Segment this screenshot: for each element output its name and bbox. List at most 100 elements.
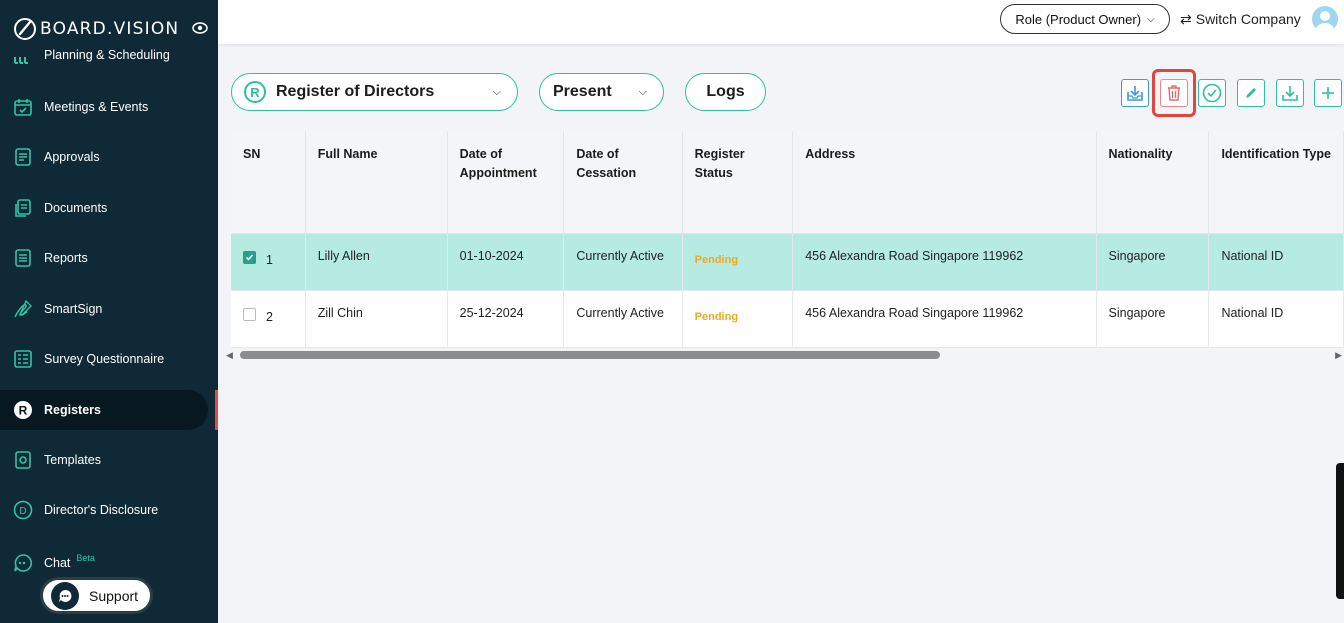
cell-register-status: Pending	[682, 290, 794, 348]
sidebar: BOARD.VISION Planning & Scheduling Meeti…	[0, 0, 218, 623]
pencil-icon	[1246, 88, 1256, 98]
sn-wrap: 2	[243, 306, 293, 324]
sidebar-item-directors-disclosure[interactable]: D Director's Disclosure	[0, 490, 208, 530]
active-indicator	[215, 390, 218, 430]
chevron-down-icon: ⌵	[492, 85, 501, 98]
sidebar-item-planning[interactable]: Planning & Scheduling	[0, 42, 208, 68]
brand-logo-icon	[14, 18, 36, 40]
sidebar-item-label: Reports	[44, 251, 88, 265]
signature-icon	[12, 298, 34, 320]
column-header-date-of-appointment[interactable]: Date of Appointment	[447, 131, 565, 234]
chevron-down-icon: ⌵	[1147, 13, 1155, 25]
beta-badge: Beta	[76, 553, 95, 563]
register-table: SN Full Name Date of Appointment Date of…	[231, 131, 1344, 348]
eye-toggle-icon[interactable]	[192, 22, 208, 34]
logs-button[interactable]: Logs	[685, 73, 766, 111]
floating-side-toolbar[interactable]	[1336, 463, 1344, 599]
table-row[interactable]: 1 Lilly Allen 01-10-2024 Currently Activ…	[231, 233, 1344, 291]
column-header-full-name[interactable]: Full Name	[305, 131, 448, 234]
cell-identification-type: National ID	[1208, 290, 1344, 348]
sidebar-item-approvals[interactable]: Approvals	[0, 137, 208, 177]
cell-date-of-appointment: 01-10-2024	[447, 233, 565, 291]
sidebar-item-templates[interactable]: Templates	[0, 440, 208, 480]
disclosure-icon: D	[12, 499, 34, 521]
sidebar-item-label: Survey Questionnaire	[44, 352, 165, 366]
sidebar-item-label: Meetings & Events	[44, 100, 149, 114]
checkmark-icon	[245, 254, 254, 261]
svg-text:D: D	[19, 506, 26, 517]
approval-doc-icon	[12, 146, 34, 168]
sidebar-item-label: Templates	[44, 453, 101, 467]
status-badge: Pending	[694, 310, 739, 323]
column-header-address[interactable]: Address	[792, 131, 1097, 234]
sidebar-item-documents[interactable]: Documents	[0, 188, 208, 228]
sidebar-item-meetings[interactable]: Meetings & Events	[0, 87, 208, 127]
brand[interactable]: BOARD.VISION	[12, 14, 179, 44]
registers-icon: R	[12, 399, 34, 421]
sidebar-item-survey[interactable]: Survey Questionnaire	[0, 339, 208, 379]
cell-full-name: Zill Chin	[305, 290, 448, 348]
cell-date-of-cessation: Currently Active	[563, 233, 683, 291]
support-label: Support	[89, 587, 139, 604]
top-bar: Role (Product Owner) ⌵ ⇄ Switch Company	[218, 0, 1344, 44]
switch-arrows-icon: ⇄	[1180, 10, 1192, 27]
sidebar-item-registers[interactable]: R Registers	[0, 390, 208, 430]
support-button[interactable]: Support	[40, 577, 153, 614]
sidebar-item-label: Chat	[44, 556, 71, 570]
chat-label-wrap: Chat Beta	[44, 553, 95, 570]
sidebar-item-smartsign[interactable]: SmartSign	[0, 289, 208, 329]
scroll-left-icon[interactable]: ◀	[226, 350, 233, 361]
download-button[interactable]	[1276, 79, 1304, 107]
period-dropdown[interactable]: Present ⌵	[539, 73, 664, 111]
cell-address: 456 Alexandra Road Singapore 119962	[792, 290, 1097, 348]
role-label: Role (Product Owner)	[1015, 11, 1142, 27]
column-header-nationality[interactable]: Nationality	[1096, 131, 1210, 234]
sn-value: 1	[266, 252, 273, 267]
download-icon	[1282, 86, 1298, 101]
chat-icon	[12, 552, 34, 574]
logs-label: Logs	[706, 83, 745, 100]
sidebar-item-label: SmartSign	[44, 302, 103, 316]
period-label: Present	[553, 83, 612, 100]
role-dropdown[interactable]: Role (Product Owner) ⌵	[1000, 4, 1170, 34]
cell-nationality: Singapore	[1096, 290, 1210, 348]
register-badge-icon: R	[244, 81, 266, 103]
cell-date-of-appointment: 25-12-2024	[447, 290, 565, 348]
delete-highlight-box	[1152, 69, 1196, 117]
column-header-sn[interactable]: SN	[231, 131, 306, 234]
check-circle-icon	[1202, 83, 1222, 103]
sidebar-item-reports[interactable]: Reports	[0, 238, 208, 278]
plus-icon	[1322, 87, 1334, 99]
import-icon	[1127, 86, 1143, 101]
cell-date-of-cessation: Currently Active	[563, 290, 683, 348]
register-type-dropdown[interactable]: R Register of Directors ⌵	[231, 73, 518, 111]
avatar[interactable]	[1312, 6, 1338, 32]
templates-icon	[12, 449, 34, 471]
row-checkbox[interactable]	[243, 308, 256, 321]
cell-nationality: Singapore	[1096, 233, 1210, 291]
cell-sn: 2	[231, 290, 306, 348]
table-header-row: SN Full Name Date of Appointment Date of…	[231, 131, 1344, 234]
cell-address: 456 Alexandra Road Singapore 119962	[792, 233, 1097, 291]
column-header-identification-type[interactable]: Identification Type	[1208, 131, 1344, 234]
scrollbar-thumb[interactable]	[240, 351, 940, 359]
svg-text:R: R	[19, 404, 28, 418]
approve-button[interactable]	[1198, 79, 1226, 107]
cell-register-status: Pending	[682, 233, 794, 291]
add-button[interactable]	[1314, 79, 1342, 107]
column-header-register-status[interactable]: Register Status	[682, 131, 794, 234]
column-header-date-of-cessation[interactable]: Date of Cessation	[563, 131, 683, 234]
scroll-right-icon[interactable]: ▶	[1335, 350, 1342, 361]
register-type-label: Register of Directors	[276, 83, 435, 100]
edit-button[interactable]	[1237, 79, 1265, 107]
sidebar-item-label: Approvals	[44, 150, 100, 164]
table-row[interactable]: 2 Zill Chin 25-12-2024 Currently Active …	[231, 290, 1344, 348]
brand-name: BOARD.VISION	[40, 19, 180, 39]
row-checkbox[interactable]	[243, 251, 256, 264]
horizontal-scrollbar[interactable]: ◀ ▶	[224, 348, 1344, 362]
switch-company-button[interactable]: ⇄ Switch Company	[1180, 8, 1301, 30]
calendar-check-icon	[12, 96, 34, 118]
sn-wrap: 1	[243, 249, 293, 267]
survey-icon	[12, 348, 34, 370]
import-button[interactable]	[1121, 79, 1149, 107]
